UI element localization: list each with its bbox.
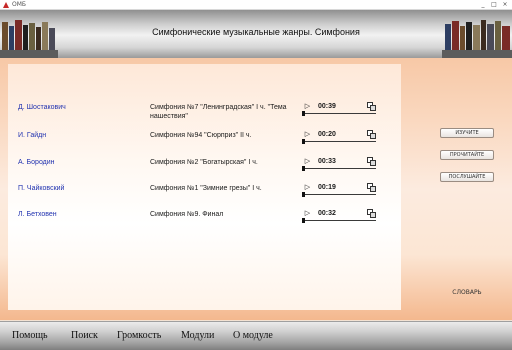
play-icon[interactable]: ▷: [303, 158, 312, 166]
copy-icon[interactable]: [367, 183, 376, 192]
audio-player: ▷ 00:20: [302, 130, 378, 144]
progress-handle[interactable]: [302, 192, 305, 197]
audio-player: ▷ 00:39: [302, 102, 378, 116]
composer-link[interactable]: И. Гайдн: [18, 131, 46, 140]
copy-icon[interactable]: [367, 209, 376, 218]
progress-handle[interactable]: [302, 111, 305, 116]
study-button[interactable]: ИЗУЧИТЕ: [440, 128, 494, 138]
books-left-image: [0, 20, 58, 58]
progress-track[interactable]: [302, 113, 376, 114]
page-title: Симфонические музыкальные жанры. Симфони…: [152, 27, 360, 37]
duration-label: 00:19: [318, 184, 336, 191]
work-title: Симфония №94 "Сюрприз" II ч.: [150, 132, 252, 139]
app-logo-icon: [3, 2, 9, 8]
read-button[interactable]: ПРОЧИТАЙТЕ: [440, 150, 494, 160]
play-icon[interactable]: ▷: [303, 131, 312, 139]
track-row: А. Бородин Симфония №2 "Богатырская" I ч…: [8, 157, 401, 181]
close-button[interactable]: ×: [500, 1, 510, 9]
dictionary-button[interactable]: СЛОВАРЬ: [438, 288, 496, 298]
listen-button[interactable]: ПОСЛУШАЙТЕ: [440, 172, 494, 182]
track-row: П. Чайковский Симфония №1 "Зимние грезы"…: [8, 183, 401, 207]
work-title: Симфония №9. Финал: [150, 211, 224, 218]
duration-label: 00:20: [318, 131, 336, 138]
progress-handle[interactable]: [302, 166, 305, 171]
composer-link[interactable]: П. Чайковский: [18, 184, 64, 193]
composer-link[interactable]: А. Бородин: [18, 158, 55, 167]
progress-handle[interactable]: [302, 218, 305, 223]
window-controls: _ □ ×: [478, 1, 510, 9]
books-right-image: [442, 20, 512, 58]
bottom-menu-bar: Помощь Поиск Громкость Модули О модуле: [0, 321, 512, 350]
duration-label: 00:33: [318, 158, 336, 165]
duration-label: 00:32: [318, 210, 336, 217]
menu-modules[interactable]: Модули: [181, 330, 214, 342]
app-name: ОМБ: [12, 1, 27, 8]
header-banner: Симфонические музыкальные жанры. Симфони…: [0, 10, 512, 58]
copy-icon[interactable]: [367, 102, 376, 111]
work-title: Симфония №2 "Богатырская" I ч.: [150, 159, 258, 166]
work-title: Симфония №1 "Зимние грезы" I ч.: [150, 185, 262, 192]
copy-icon[interactable]: [367, 157, 376, 166]
progress-handle[interactable]: [302, 139, 305, 144]
audio-player: ▷ 00:33: [302, 157, 378, 171]
composer-link[interactable]: Д. Шостакович: [18, 103, 66, 112]
app-window: ОМБ _ □ × Симфонические музыкальные жанр…: [0, 0, 512, 350]
track-row: И. Гайдн Симфония №94 "Сюрприз" II ч. ▷ …: [8, 130, 401, 154]
title-bar: ОМБ _ □ ×: [0, 0, 512, 10]
progress-track[interactable]: [302, 168, 376, 169]
track-row: Д. Шостакович Симфония №7 "Ленинградская…: [8, 102, 401, 126]
work-title: Симфония №7 "Ленинградская" I ч. "Тема н…: [150, 104, 287, 120]
progress-track[interactable]: [302, 220, 376, 221]
copy-icon[interactable]: [367, 130, 376, 139]
progress-track[interactable]: [302, 141, 376, 142]
audio-player: ▷ 00:32: [302, 209, 378, 223]
audio-player: ▷ 00:19: [302, 183, 378, 197]
minimize-button[interactable]: _: [478, 1, 488, 9]
content-area: Д. Шостакович Симфония №7 "Ленинградская…: [0, 58, 512, 320]
menu-about[interactable]: О модуле: [233, 330, 273, 342]
play-icon[interactable]: ▷: [303, 103, 312, 111]
progress-track[interactable]: [302, 194, 376, 195]
menu-volume[interactable]: Громкость: [117, 330, 161, 342]
composer-link[interactable]: Л. Бетховен: [18, 210, 57, 219]
duration-label: 00:39: [318, 103, 336, 110]
maximize-button[interactable]: □: [489, 1, 499, 9]
menu-help[interactable]: Помощь: [12, 330, 48, 342]
tracks-panel: Д. Шостакович Симфония №7 "Ленинградская…: [8, 64, 401, 310]
track-row: Л. Бетховен Симфония №9. Финал ▷ 00:32: [8, 209, 401, 233]
play-icon[interactable]: ▷: [303, 210, 312, 218]
menu-search[interactable]: Поиск: [71, 330, 98, 342]
play-icon[interactable]: ▷: [303, 184, 312, 192]
